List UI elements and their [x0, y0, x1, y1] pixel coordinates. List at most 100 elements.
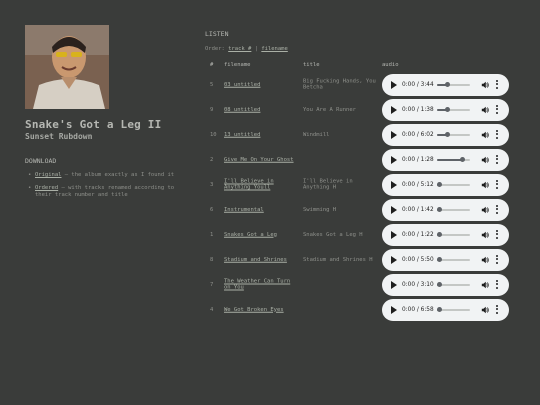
- table-row: 10 13_untitled Windmill 0:00 / 6:02: [205, 122, 515, 147]
- track-filename-link[interactable]: I'll Believe in Anything Youll: [224, 178, 296, 191]
- more-options-icon[interactable]: [496, 254, 498, 265]
- table-row: 7 The Weather Can Turn on You 0:00 / 3:1…: [205, 272, 515, 297]
- audio-player: 0:00 / 6:58: [382, 298, 509, 321]
- volume-icon[interactable]: [481, 106, 489, 114]
- track-number: 1: [210, 231, 214, 238]
- track-filename-link[interactable]: Give Me On Your Ghost: [224, 156, 296, 163]
- volume-icon[interactable]: [481, 206, 489, 214]
- volume-icon[interactable]: [481, 306, 489, 314]
- more-options-icon[interactable]: [496, 179, 498, 190]
- table-row: 4 We Got Broken Eyes 0:00 / 6:58: [205, 297, 515, 322]
- track-filename-link[interactable]: 13_untitled: [224, 131, 296, 138]
- table-row: 1 Snakes Got a Leg Snakes Got a Leg H 0:…: [205, 222, 515, 247]
- audio-time: 0:00 / 5:12: [402, 181, 434, 188]
- audio-seek-fill: [437, 158, 462, 161]
- download-item-original: Original – the album exactly as I found …: [28, 172, 175, 179]
- audio-time: 0:00 / 1:42: [402, 206, 434, 213]
- track-title: Windmill: [303, 131, 330, 138]
- table-row: 6 Instrumental Swimming H 0:00 / 1:42: [205, 197, 515, 222]
- audio-seek-knob[interactable]: [436, 306, 442, 312]
- play-icon[interactable]: [391, 80, 397, 89]
- audio-seek-knob[interactable]: [436, 206, 442, 212]
- volume-icon[interactable]: [481, 256, 489, 264]
- download-original-link[interactable]: Original: [35, 172, 62, 178]
- audio-seek-slider[interactable]: [436, 181, 470, 187]
- play-icon[interactable]: [391, 205, 397, 214]
- more-options-icon[interactable]: [496, 129, 498, 140]
- more-options-icon[interactable]: [496, 154, 498, 165]
- track-title: Snakes Got a Leg H: [303, 231, 363, 238]
- audio-seek-slider[interactable]: [437, 156, 470, 162]
- album-title: Snake's Got a Leg II: [25, 118, 162, 131]
- more-options-icon[interactable]: [496, 204, 498, 215]
- audio-seek-slider[interactable]: [436, 231, 470, 237]
- audio-time: 0:00 / 1:22: [402, 231, 434, 238]
- audio-seek-slider[interactable]: [436, 306, 470, 312]
- more-options-icon[interactable]: [496, 79, 498, 90]
- play-icon[interactable]: [391, 130, 397, 139]
- play-icon[interactable]: [391, 180, 397, 189]
- download-original-desc: – the album exactly as I found it: [61, 172, 175, 178]
- track-filename-link[interactable]: Snakes Got a Leg: [224, 231, 296, 238]
- play-icon[interactable]: [391, 280, 397, 289]
- more-options-icon[interactable]: [496, 279, 498, 290]
- audio-seek-slider[interactable]: [437, 81, 470, 87]
- track-filename-link[interactable]: Instrumental: [224, 206, 296, 213]
- track-filename-link[interactable]: 03_untitled: [224, 81, 296, 88]
- listen-heading: LISTEN: [205, 30, 229, 38]
- audio-seek-knob[interactable]: [436, 256, 442, 262]
- audio-player: 0:00 / 3:10: [382, 273, 509, 296]
- audio-time: 0:00 / 3:10: [402, 281, 434, 288]
- audio-seek-slider[interactable]: [436, 206, 470, 212]
- track-filename-link[interactable]: 08_untitled: [224, 106, 296, 113]
- volume-icon[interactable]: [481, 81, 489, 89]
- audio-seek-slider[interactable]: [436, 256, 470, 262]
- more-options-icon[interactable]: [496, 304, 498, 315]
- track-filename-link[interactable]: Stadium and Shrines: [224, 256, 296, 263]
- audio-seek-knob[interactable]: [459, 156, 465, 162]
- play-icon[interactable]: [391, 105, 397, 114]
- table-header: # filename title audio: [205, 62, 515, 72]
- table-row: 8 Stadium and Shrines Stadium and Shrine…: [205, 247, 515, 272]
- track-number: 2: [210, 156, 214, 163]
- track-number: 6: [210, 206, 214, 213]
- audio-seek-knob[interactable]: [436, 281, 442, 287]
- audio-player: 0:00 / 1:28: [382, 148, 509, 171]
- audio-seek-slider[interactable]: [437, 106, 470, 112]
- play-icon[interactable]: [391, 255, 397, 264]
- volume-icon[interactable]: [481, 156, 489, 164]
- audio-seek-knob[interactable]: [444, 131, 450, 137]
- order-separator: |: [251, 46, 262, 52]
- audio-player: 0:00 / 3:44: [382, 73, 509, 96]
- track-title: I'll Believe in Anything H: [303, 178, 353, 191]
- audio-seek-knob[interactable]: [444, 106, 450, 112]
- track-number: 10: [210, 131, 217, 138]
- audio-seek-knob[interactable]: [436, 231, 442, 237]
- volume-icon[interactable]: [481, 231, 489, 239]
- audio-seek-knob[interactable]: [444, 81, 450, 87]
- audio-seek-slider[interactable]: [436, 281, 470, 287]
- order-by-filename-link[interactable]: filename: [261, 46, 288, 52]
- volume-icon[interactable]: [481, 131, 489, 139]
- table-row: 9 08_untitled You Are A Runner 0:00 / 1:…: [205, 97, 515, 122]
- volume-icon[interactable]: [481, 181, 489, 189]
- more-options-icon[interactable]: [496, 104, 498, 115]
- track-filename-link[interactable]: The Weather Can Turn on You: [224, 278, 296, 291]
- track-number: 5: [210, 81, 214, 88]
- order-by-track-link[interactable]: track #: [228, 46, 251, 52]
- play-icon[interactable]: [391, 230, 397, 239]
- more-options-icon[interactable]: [496, 229, 498, 240]
- download-ordered-link[interactable]: Ordered: [35, 185, 58, 191]
- audio-seek-slider[interactable]: [437, 131, 470, 137]
- play-icon[interactable]: [391, 155, 397, 164]
- download-heading: DOWNLOAD: [25, 157, 57, 165]
- artist-name: Sunset Rubdown: [25, 132, 93, 141]
- track-number: 3: [210, 181, 214, 188]
- track-filename-link[interactable]: We Got Broken Eyes: [224, 306, 296, 313]
- track-number: 8: [210, 256, 214, 263]
- play-icon[interactable]: [391, 305, 397, 314]
- col-header-filename: filename: [224, 62, 251, 68]
- audio-seek-knob[interactable]: [436, 181, 442, 187]
- volume-icon[interactable]: [481, 281, 489, 289]
- audio-time: 0:00 / 6:02: [402, 131, 434, 138]
